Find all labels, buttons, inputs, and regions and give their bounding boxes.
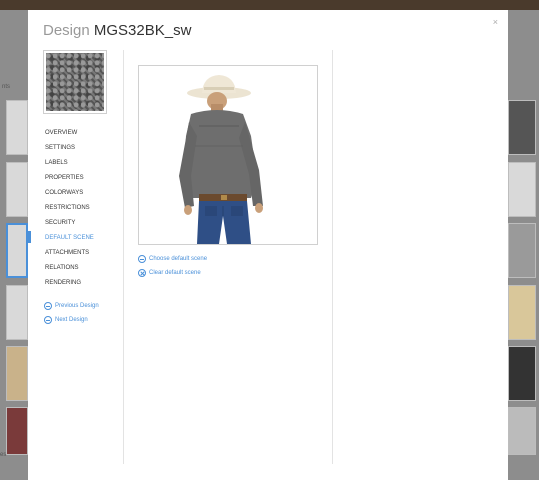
design-pager: Previous Design Next Design bbox=[44, 299, 99, 327]
choose-default-scene-label: Choose default scene bbox=[149, 256, 208, 262]
nav-item-attachments[interactable]: ATTACHMENTS bbox=[45, 248, 94, 263]
background-tile bbox=[6, 346, 28, 401]
nav-item-rendering[interactable]: RENDERING bbox=[45, 278, 94, 293]
background-label: nts bbox=[2, 84, 11, 90]
arrow-right-circle-icon bbox=[44, 316, 52, 324]
arrow-left-circle-icon bbox=[44, 302, 52, 310]
modal-title: Design MGS32BK_sw bbox=[43, 22, 191, 39]
next-design-link[interactable]: Next Design bbox=[44, 313, 99, 327]
close-icon[interactable]: × bbox=[493, 17, 498, 27]
choose-default-scene-link[interactable]: Choose default scene bbox=[138, 252, 207, 266]
active-nav-indicator bbox=[28, 231, 31, 243]
background-tile bbox=[508, 223, 536, 278]
nav-item-overview[interactable]: OVERVIEW bbox=[45, 128, 94, 143]
background-left-panel: nts es bbox=[0, 10, 28, 480]
divider bbox=[332, 50, 333, 464]
nav-item-colorways[interactable]: COLORWAYS bbox=[45, 188, 94, 203]
background-tile bbox=[508, 285, 536, 340]
scene-model-image bbox=[139, 66, 317, 244]
app-top-bar bbox=[0, 0, 539, 10]
background-tile bbox=[6, 407, 28, 455]
background-tile bbox=[6, 100, 28, 155]
divider bbox=[123, 50, 124, 464]
background-tile bbox=[6, 162, 28, 217]
nav-item-restrictions[interactable]: RESTRICTIONS bbox=[45, 203, 94, 218]
next-design-label: Next Design bbox=[55, 317, 88, 323]
nav-item-security[interactable]: SECURITY bbox=[45, 218, 94, 233]
close-circle-icon bbox=[138, 269, 146, 277]
background-tile bbox=[508, 100, 536, 155]
previous-design-link[interactable]: Previous Design bbox=[44, 299, 99, 313]
background-tile bbox=[508, 346, 536, 401]
clear-default-scene-label: Clear default scene bbox=[149, 270, 201, 276]
nav-item-labels[interactable]: LABELS bbox=[45, 158, 94, 173]
default-scene-preview bbox=[138, 65, 318, 245]
clear-default-scene-link[interactable]: Clear default scene bbox=[138, 266, 207, 280]
background-tile bbox=[508, 162, 536, 217]
design-thumbnail bbox=[43, 50, 107, 114]
design-name: MGS32BK_sw bbox=[93, 22, 192, 39]
design-pattern-image bbox=[46, 53, 104, 111]
background-label: es bbox=[0, 452, 7, 458]
scene-actions: Choose default scene Clear default scene bbox=[138, 252, 207, 280]
nav-item-settings[interactable]: SETTINGS bbox=[45, 143, 94, 158]
arrow-right-circle-icon bbox=[138, 255, 146, 263]
nav-item-properties[interactable]: PROPERTIES bbox=[45, 173, 94, 188]
title-prefix: Design bbox=[43, 22, 90, 39]
nav-item-relations[interactable]: RELATIONS bbox=[45, 263, 94, 278]
background-tile-selected bbox=[6, 223, 28, 278]
background-tile bbox=[6, 285, 28, 340]
background-right-panel bbox=[508, 10, 539, 480]
design-modal: × Design MGS32BK_sw OVERVIEW SETTINGS LA… bbox=[28, 10, 508, 480]
background-tile bbox=[508, 407, 536, 455]
previous-design-label: Previous Design bbox=[55, 303, 99, 309]
nav-item-default-scene[interactable]: DEFAULT SCENE bbox=[45, 233, 94, 248]
design-nav: OVERVIEW SETTINGS LABELS PROPERTIES COLO… bbox=[45, 128, 94, 293]
